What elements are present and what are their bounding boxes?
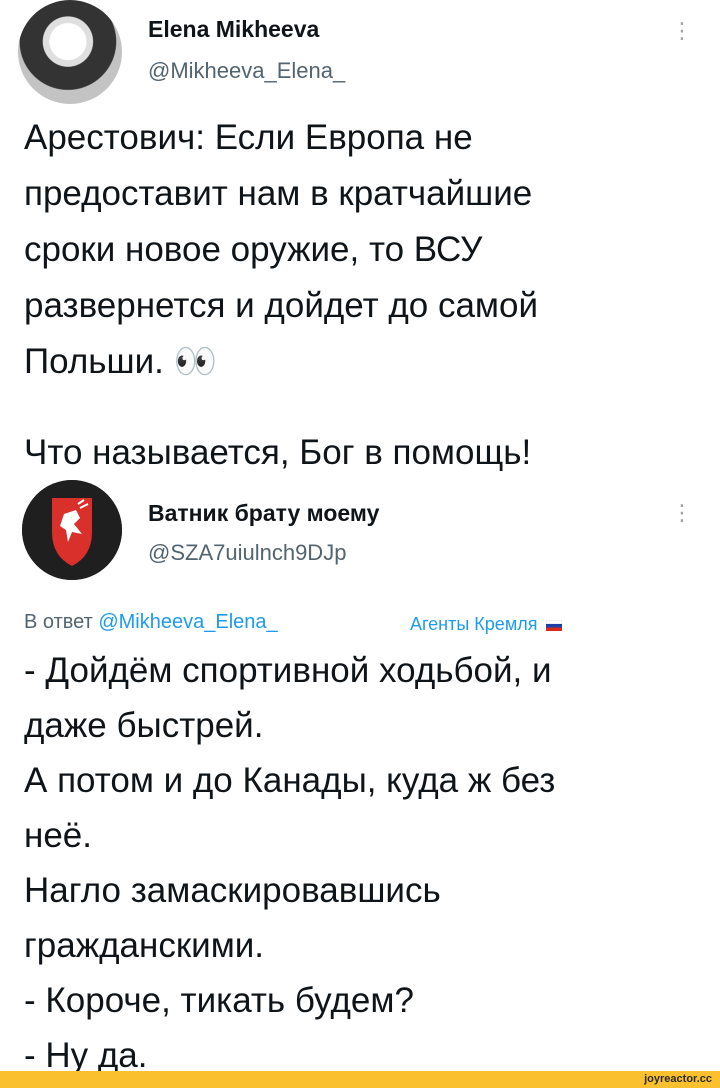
reply-context: В ответ @Mikheeva_Elena_ (24, 611, 278, 634)
reply-mention-link[interactable]: @Mikheeva_Elena_ (98, 611, 277, 633)
reply-line: А потом и до Канады, куда ж без (24, 761, 556, 800)
affiliation-tag[interactable]: Агенты Кремля (410, 614, 563, 635)
reply-prefix: В ответ (24, 611, 93, 633)
reply-line: гражданскими. (24, 926, 265, 965)
affiliation-label: Агенты Кремля (410, 614, 538, 634)
reply-author-avatar[interactable] (22, 480, 122, 580)
tweet-line: развернется и дойдет до самой (24, 286, 539, 325)
tweet-body: Арестович: Если Европа не предоставит на… (24, 110, 704, 390)
tweet-line: Арестович: Если Европа не (24, 118, 473, 157)
reply-more-options-icon[interactable]: ⋮ (670, 500, 694, 526)
reply-body: - Дойдём спортивной ходьбой, и даже быст… (24, 643, 704, 1083)
reply-author-handle[interactable]: @SZA7uiulnch9DJp (148, 540, 346, 566)
crest-icon (22, 480, 122, 580)
reply-line: даже быстрей. (24, 706, 264, 745)
author-handle[interactable]: @Mikheeva_Elena_ (148, 58, 345, 84)
more-options-icon[interactable]: ⋮ (670, 18, 694, 44)
reply-line: - Короче, тикать будем? (24, 981, 414, 1020)
russia-flag-icon (546, 619, 563, 631)
author-avatar[interactable] (18, 0, 122, 104)
watermark: joyreactor.cc (644, 1073, 712, 1085)
reply-author-name[interactable]: Ватник брату моему (148, 500, 379, 527)
reply-line: - Дойдём спортивной ходьбой, и (24, 651, 552, 690)
tweet-line: предоставит нам в кратчайшие (24, 174, 533, 213)
tweet-line: Польши. 👀 (24, 342, 218, 381)
reply-line: неё. (24, 816, 92, 855)
reply-line: Нагло замаскировавшись (24, 871, 441, 910)
tweet-line-last: Что называется, Бог в помощь! (24, 433, 532, 472)
footer-bar (0, 1071, 720, 1088)
tweet-line: сроки новое оружие, то ВСУ (24, 230, 483, 269)
author-name[interactable]: Elena Mikheeva (148, 16, 319, 43)
